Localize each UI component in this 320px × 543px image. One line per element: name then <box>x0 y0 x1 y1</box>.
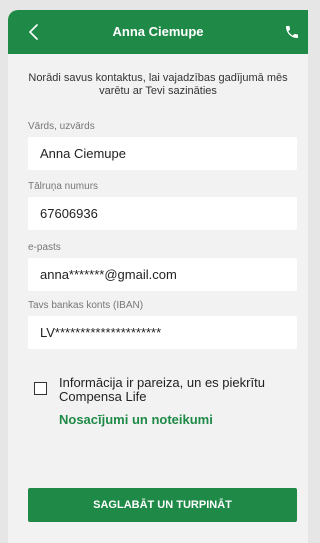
app-frame: Anna Ciemupe Norādi savus kontaktus, lai… <box>8 10 308 543</box>
phone-number-field[interactable]: 67606936 <box>28 197 297 230</box>
full-name-label: Vārds, uzvārds <box>28 121 95 132</box>
phone-number-label: Tālruņa numurs <box>28 181 99 192</box>
chevron-left-icon <box>29 24 38 40</box>
save-and-continue-button[interactable]: SAGLABĀT UN TURPINĀT <box>28 488 297 522</box>
back-button[interactable] <box>20 18 48 46</box>
consent-checkbox[interactable] <box>34 382 47 395</box>
consent-text: Informācija ir pareiza, un es piekrītu C… <box>59 375 265 404</box>
email-label: e-pasts <box>28 242 61 253</box>
iban-label: Tavs bankas konts (IBAN) <box>28 300 144 311</box>
page-title: Anna Ciemupe <box>112 24 204 39</box>
full-name-field[interactable]: Anna Ciemupe <box>28 137 297 170</box>
terms-link[interactable]: Nosacījumi un noteikumi <box>59 412 213 427</box>
intro-text: Norādi savus kontaktus, lai vajadzības g… <box>28 72 288 97</box>
top-bar: Anna Ciemupe <box>8 10 308 54</box>
phone-icon <box>286 26 298 38</box>
call-button[interactable] <box>278 18 306 46</box>
iban-field[interactable]: LV********************* <box>28 316 297 349</box>
email-field[interactable]: anna*******@gmail.com <box>28 258 297 291</box>
